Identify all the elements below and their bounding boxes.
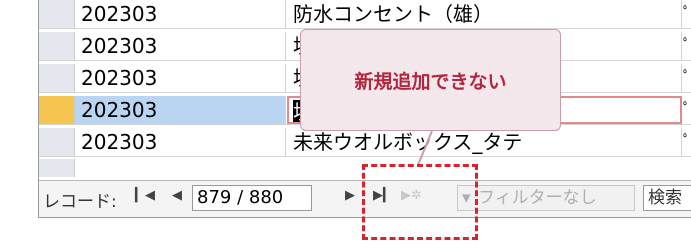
table-row[interactable]: 202303 未来ウオルボックス_タテ ﾟ bbox=[39, 128, 691, 157]
cell-col2[interactable]: 未来ウオルボックス_タテ bbox=[287, 128, 682, 156]
cell-col1[interactable]: 202303 bbox=[75, 96, 286, 124]
callout: 新規追加できない bbox=[300, 29, 561, 131]
record-selector[interactable] bbox=[39, 64, 75, 92]
previous-record-icon[interactable]: ◀ bbox=[172, 188, 182, 203]
cell-col3[interactable]: ﾟ bbox=[683, 32, 691, 60]
next-record-icon[interactable]: ▶ bbox=[345, 188, 355, 203]
cell-col2[interactable]: 防水コンセント（雄） bbox=[287, 0, 682, 28]
cell-col1[interactable]: 202303 bbox=[75, 64, 286, 92]
record-selector[interactable] bbox=[39, 32, 75, 60]
cell-col3[interactable]: ﾟ bbox=[683, 64, 691, 92]
current-record-selector[interactable] bbox=[39, 96, 75, 124]
filter-label: フィルターなし bbox=[477, 188, 597, 208]
cell-col3[interactable]: ﾟ bbox=[683, 128, 691, 156]
callout-text: 新規追加できない bbox=[354, 70, 507, 93]
highlight-box bbox=[362, 164, 478, 240]
record-selector[interactable] bbox=[39, 0, 75, 28]
cell-col1[interactable]: 202303 bbox=[75, 0, 286, 28]
filter-button[interactable]: ▾ フィルターなし bbox=[457, 185, 635, 211]
record-selector-empty bbox=[39, 159, 75, 177]
record-position-input[interactable]: 879 / 880 bbox=[192, 185, 312, 211]
table-row[interactable]: 202303 防水コンセント（雄） ﾟ bbox=[39, 0, 691, 29]
search-input[interactable]: 検索 bbox=[643, 185, 691, 211]
cell-col3[interactable]: ﾟ bbox=[683, 96, 691, 124]
record-label: レコード: bbox=[43, 192, 117, 212]
cell-col1[interactable]: 202303 bbox=[75, 32, 286, 60]
first-record-icon[interactable]: ▎◀ bbox=[135, 188, 155, 203]
record-selector[interactable] bbox=[39, 128, 75, 156]
cell-col3[interactable]: ﾟ bbox=[683, 0, 691, 28]
cell-col1[interactable]: 202303 bbox=[75, 128, 286, 156]
